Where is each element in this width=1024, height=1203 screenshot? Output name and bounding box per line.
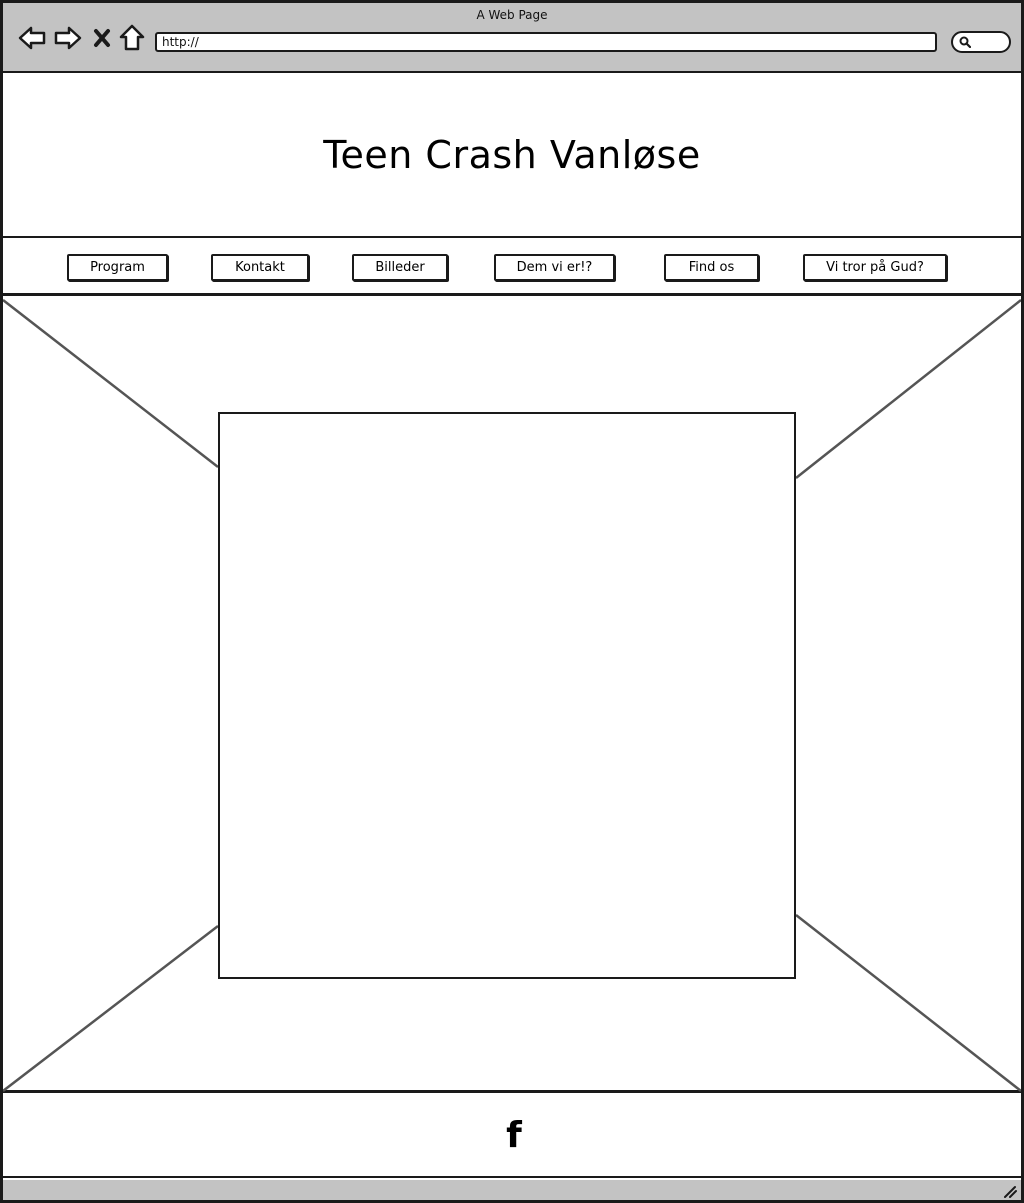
main-nav: Program Kontakt Billeder Dem vi er!? Fin… — [3, 238, 1021, 296]
forward-arrow-icon — [54, 26, 82, 50]
forward-button[interactable] — [53, 23, 83, 53]
nav-item-vi-tror-paa-gud[interactable]: Vi tror på Gud? — [803, 254, 947, 281]
site-title: Teen Crash Vanløse — [323, 132, 701, 177]
stop-button[interactable] — [89, 23, 115, 53]
status-bar — [3, 1180, 1021, 1200]
browser-window: A Web Page http:// Teen Crash Vanløse Pr… — [0, 0, 1024, 1203]
back-button[interactable] — [17, 23, 47, 53]
nav-item-find-os[interactable]: Find os — [664, 254, 759, 281]
resize-grip-icon[interactable] — [1003, 1184, 1017, 1198]
nav-item-kontakt[interactable]: Kontakt — [211, 254, 309, 281]
stop-x-icon — [94, 29, 110, 47]
window-title: A Web Page — [476, 8, 548, 22]
nav-item-billeder[interactable]: Billeder — [352, 254, 448, 281]
site-footer: f — [3, 1096, 1021, 1178]
nav-item-program[interactable]: Program — [67, 254, 168, 281]
home-icon — [119, 24, 145, 51]
image-placeholder — [3, 298, 1021, 1093]
browser-toolbar: A Web Page — [3, 3, 1021, 73]
content-box — [218, 412, 796, 979]
nav-item-dem-vi-er[interactable]: Dem vi er!? — [494, 254, 615, 281]
search-button[interactable] — [951, 31, 1011, 53]
site-header: Teen Crash Vanløse — [3, 73, 1021, 238]
facebook-icon[interactable]: f — [506, 1118, 522, 1154]
back-arrow-icon — [18, 26, 46, 50]
address-bar[interactable] — [155, 32, 937, 52]
search-icon — [959, 36, 971, 48]
home-button[interactable] — [117, 23, 147, 53]
